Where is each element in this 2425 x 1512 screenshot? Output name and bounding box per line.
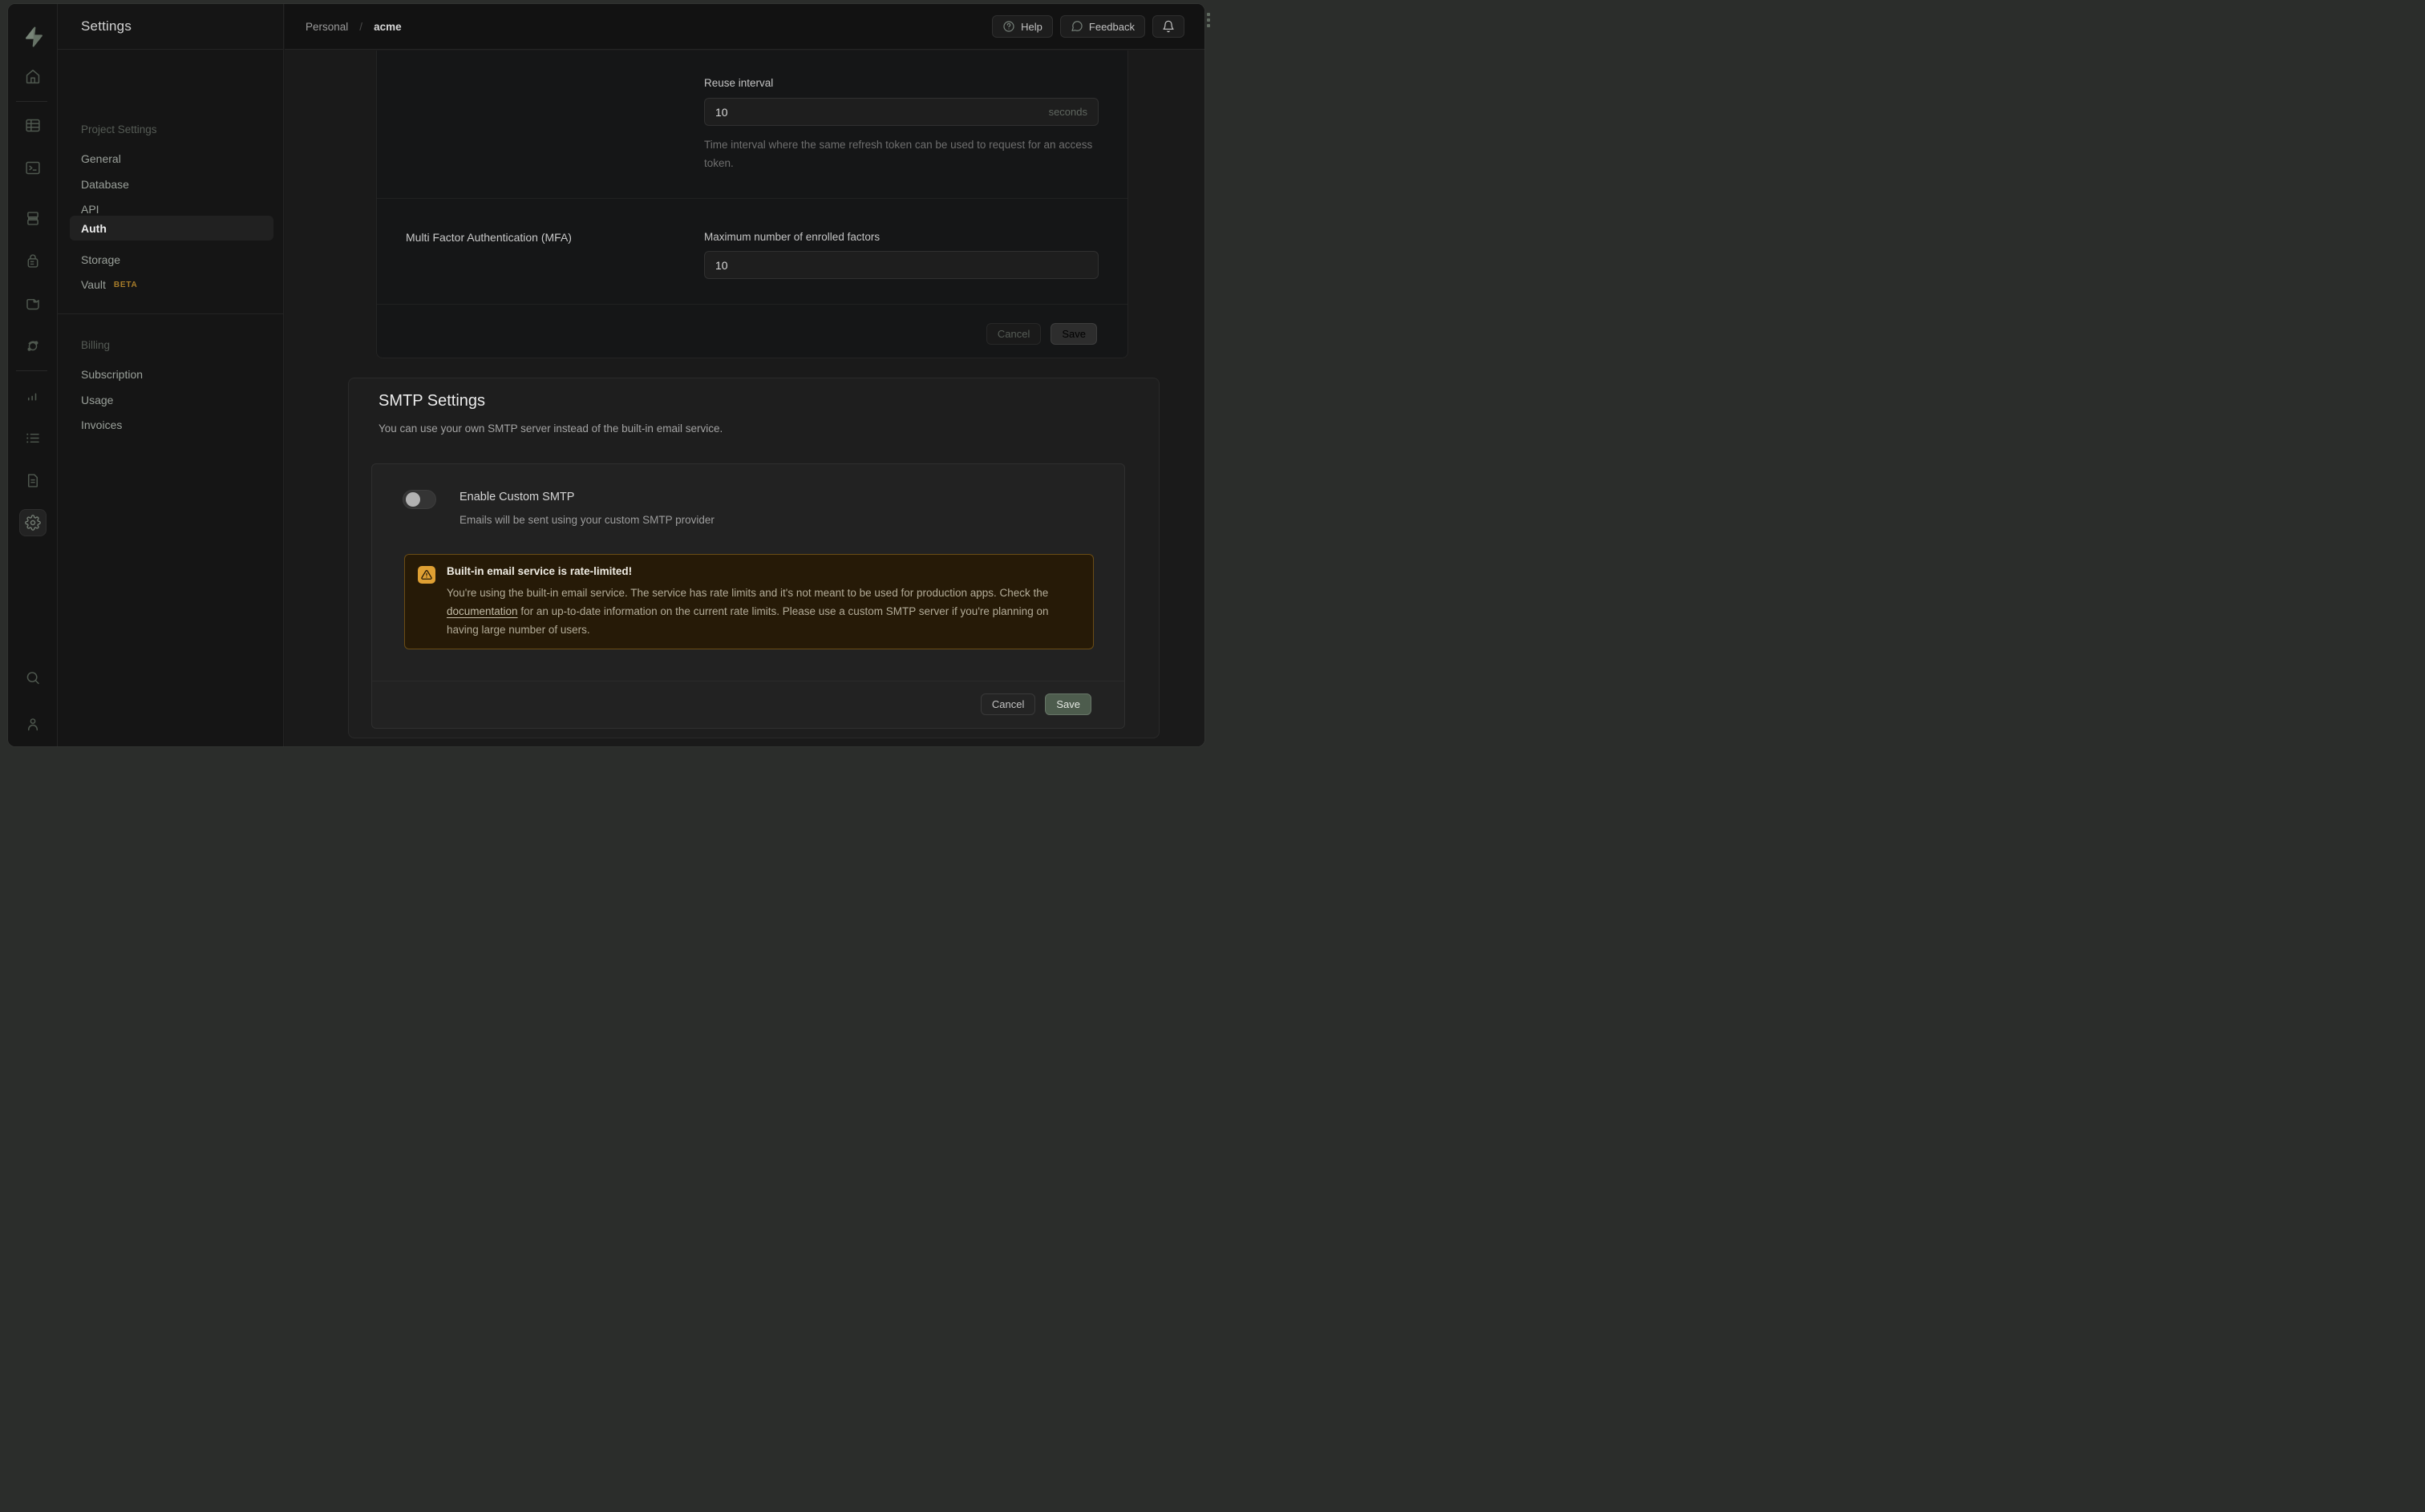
rail-divider [16, 370, 47, 371]
enable-custom-smtp-toggle[interactable] [403, 490, 436, 509]
section-divider [377, 198, 1127, 199]
page-title: Settings [81, 18, 132, 34]
supabase-logo[interactable] [22, 26, 44, 48]
smtp-settings-card: Enable Custom SMTP Emails will be sent u… [371, 463, 1125, 729]
auth-card-footer: Cancel Save [986, 323, 1097, 345]
home-icon[interactable] [24, 68, 41, 85]
cancel-button[interactable]: Cancel [981, 693, 1035, 715]
content-scroll-area[interactable]: Reuse interval 10 seconds Time interval … [285, 51, 1204, 746]
sidebar-item-database[interactable]: Database [81, 178, 129, 191]
warning-triangle-icon [418, 566, 435, 584]
frame-scrollbar-dot [1207, 24, 1210, 27]
frame-scrollbar-dot [1207, 18, 1210, 22]
smtp-settings-panel: SMTP Settings You can use your own SMTP … [348, 378, 1160, 738]
cancel-button[interactable]: Cancel [986, 323, 1041, 345]
chat-bubble-icon [1071, 20, 1083, 33]
main-header: Personal / acme Help [285, 4, 1204, 50]
main-area: Personal / acme Help [285, 4, 1204, 746]
sidebar-item-auth[interactable]: Auth [70, 216, 273, 241]
reuse-interval-label: Reuse interval [704, 77, 773, 89]
nav-group-project-settings: Project Settings [81, 123, 157, 135]
alert-title: Built-in email service is rate-limited! [447, 565, 632, 577]
smtp-settings-title: SMTP Settings [379, 392, 485, 410]
sidebar-item-api[interactable]: API [81, 203, 99, 216]
help-button[interactable]: Help [992, 15, 1053, 38]
sidebar-item-general[interactable]: General [81, 152, 121, 165]
footer-divider [377, 304, 1127, 305]
mfa-section-label: Multi Factor Authentication (MFA) [406, 231, 572, 244]
reports-icon[interactable] [24, 387, 41, 404]
save-button[interactable]: Save [1045, 693, 1091, 715]
auth-lock-icon[interactable] [24, 253, 41, 269]
sidebar-item-storage[interactable]: Storage [81, 253, 120, 266]
bell-icon [1162, 20, 1175, 33]
reuse-interval-help: Time interval where the same refresh tok… [704, 135, 1113, 172]
rate-limit-alert: Built-in email service is rate-limited! … [404, 554, 1094, 649]
sql-editor-icon[interactable] [24, 160, 41, 176]
unit-suffix: seconds [1049, 106, 1087, 118]
breadcrumb-org[interactable]: Personal [306, 21, 348, 33]
breadcrumb-separator: / [359, 21, 362, 33]
sidebar-divider [58, 313, 283, 314]
toggle-knob [406, 492, 420, 507]
frame-scrollbar-dot [1207, 13, 1210, 16]
sidebar-item-subscription[interactable]: Subscription [81, 368, 143, 381]
settings-gear-icon[interactable] [19, 509, 47, 536]
auth-settings-card: Reuse interval 10 seconds Time interval … [376, 51, 1128, 358]
storage-icon[interactable] [24, 295, 41, 312]
smtp-card-footer: Cancel Save [981, 693, 1091, 715]
edge-functions-icon[interactable] [24, 338, 41, 354]
account-icon[interactable] [24, 716, 41, 733]
feedback-button[interactable]: Feedback [1060, 15, 1145, 38]
search-icon[interactable] [24, 669, 41, 686]
sidebar-item-invoices[interactable]: Invoices [81, 418, 122, 431]
notifications-button[interactable] [1152, 15, 1184, 38]
documentation-link[interactable]: documentation [447, 605, 518, 617]
rail-divider [16, 101, 47, 102]
max-enrolled-factors-label: Maximum number of enrolled factors [704, 231, 880, 243]
beta-badge: BETA [114, 281, 138, 289]
settings-sidebar: Settings Project Settings General Databa… [58, 4, 284, 746]
breadcrumb-project[interactable]: acme [374, 21, 402, 33]
smtp-settings-description: You can use your own SMTP server instead… [379, 422, 723, 435]
table-editor-icon[interactable] [24, 117, 41, 134]
help-circle-icon [1002, 20, 1015, 33]
max-enrolled-factors-input[interactable]: 10 [704, 251, 1099, 279]
enable-custom-smtp-label: Enable Custom SMTP [459, 491, 574, 503]
nav-group-billing: Billing [81, 339, 110, 351]
sidebar-header: Settings [58, 4, 283, 50]
alert-body: You're using the built-in email service.… [447, 584, 1077, 639]
icon-rail [8, 4, 58, 746]
logs-icon[interactable] [24, 430, 41, 447]
docs-icon[interactable] [24, 472, 41, 489]
sidebar-item-vault[interactable]: Vault BETA [81, 278, 138, 291]
enable-custom-smtp-description: Emails will be sent using your custom SM… [459, 514, 715, 526]
app-window: Settings Project Settings General Databa… [7, 3, 1205, 747]
save-button[interactable]: Save [1051, 323, 1097, 345]
breadcrumb: Personal / acme [306, 21, 402, 33]
database-icon[interactable] [24, 210, 41, 227]
sidebar-item-usage[interactable]: Usage [81, 394, 113, 406]
reuse-interval-input[interactable]: 10 seconds [704, 98, 1099, 126]
header-actions: Help Feedback [992, 15, 1184, 38]
